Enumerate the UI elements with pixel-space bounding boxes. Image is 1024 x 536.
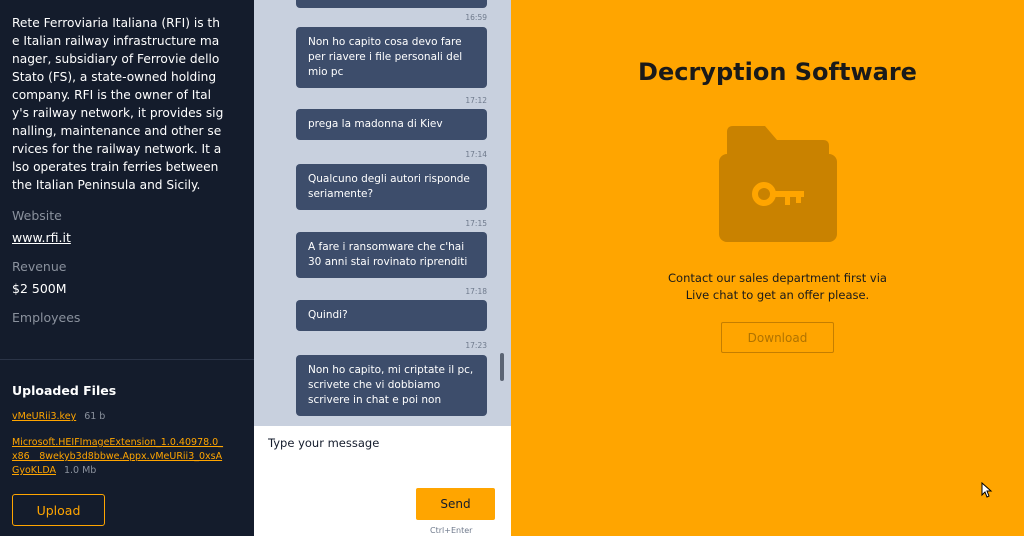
message-time: 17:18 [465,287,487,296]
offer-line: Contact our sales department first via [668,271,887,285]
uploaded-file-item: vMeURii3.key 61 b [12,410,227,424]
website-link[interactable]: www.rfi.it [12,230,71,245]
message-input[interactable] [268,436,498,486]
company-description: Rete Ferroviaria Italiana (RFI) is the I… [12,16,224,192]
message-time: 16:59 [465,13,487,22]
uploaded-file-item: Microsoft.HEIFImageExtension_1.0.40978.0… [12,436,227,478]
message-bubble: Non ho capito, mi criptate il pc, scrive… [296,355,487,416]
company-info: Rete Ferroviaria Italiana (RFI) is the I… [12,0,224,328]
message-bubble: Non ho capito cosa devo fare per riavere… [296,27,487,88]
folder-key-icon [719,126,837,242]
company-sidebar: Rete Ferroviaria Italiana (RFI) is the I… [0,0,254,536]
chat-panel: 16:59 Non ho capito cosa devo fare per r… [254,0,511,536]
upload-button[interactable]: Upload [12,494,105,526]
revenue-label: Revenue [12,259,67,274]
download-button[interactable]: Download [721,322,834,353]
message-bubble: A fare i ransomware che c'hai 30 anni st… [296,232,487,278]
message-time: 17:14 [465,150,487,159]
decryption-panel: Decryption Software Contact our sales de… [511,0,1024,536]
send-shortcut-hint: Ctrl+Enter [430,526,473,535]
message-time: 17:12 [465,96,487,105]
message-text: Non ho capito cosa devo fare per riavere… [308,36,463,78]
offer-text: Contact our sales department first via L… [511,270,1024,304]
employees-label: Employees [12,310,81,325]
file-size: 1.0 Mb [63,465,97,476]
mouse-cursor-icon [981,482,993,498]
message-text: A fare i ransomware che c'hai 30 anni st… [308,241,468,268]
message-text: Qualcuno degli autori risponde seriament… [308,173,470,200]
page-title: Decryption Software [638,58,917,86]
offer-line: Live chat to get an offer please. [685,288,870,302]
uploaded-file-link[interactable]: vMeURii3.key [12,411,76,422]
message-composer: Send Ctrl+Enter [254,426,511,536]
message-bubble [296,0,487,8]
chat-scrollbar[interactable] [500,353,504,381]
message-time: 17:23 [465,341,487,350]
message-text: Non ho capito, mi criptate il pc, scrive… [308,364,474,406]
message-text: prega la madonna di Kiev [308,118,443,130]
message-bubble: Quindi? [296,300,487,331]
message-time: 17:15 [465,219,487,228]
message-list[interactable]: 16:59 Non ho capito cosa devo fare per r… [254,0,511,426]
message-bubble: Qualcuno degli autori risponde seriament… [296,164,487,210]
send-button[interactable]: Send [416,488,495,520]
uploaded-files-title: Uploaded Files [12,383,117,398]
message-text: Quindi? [308,309,348,321]
file-size: 61 b [84,411,106,422]
message-bubble: prega la madonna di Kiev [296,109,487,140]
revenue-value: $2 500M [12,281,67,296]
sidebar-divider [0,359,254,360]
website-label: Website [12,208,62,223]
uploaded-file-link[interactable]: Microsoft.HEIFImageExtension_1.0.40978.0… [12,437,223,476]
